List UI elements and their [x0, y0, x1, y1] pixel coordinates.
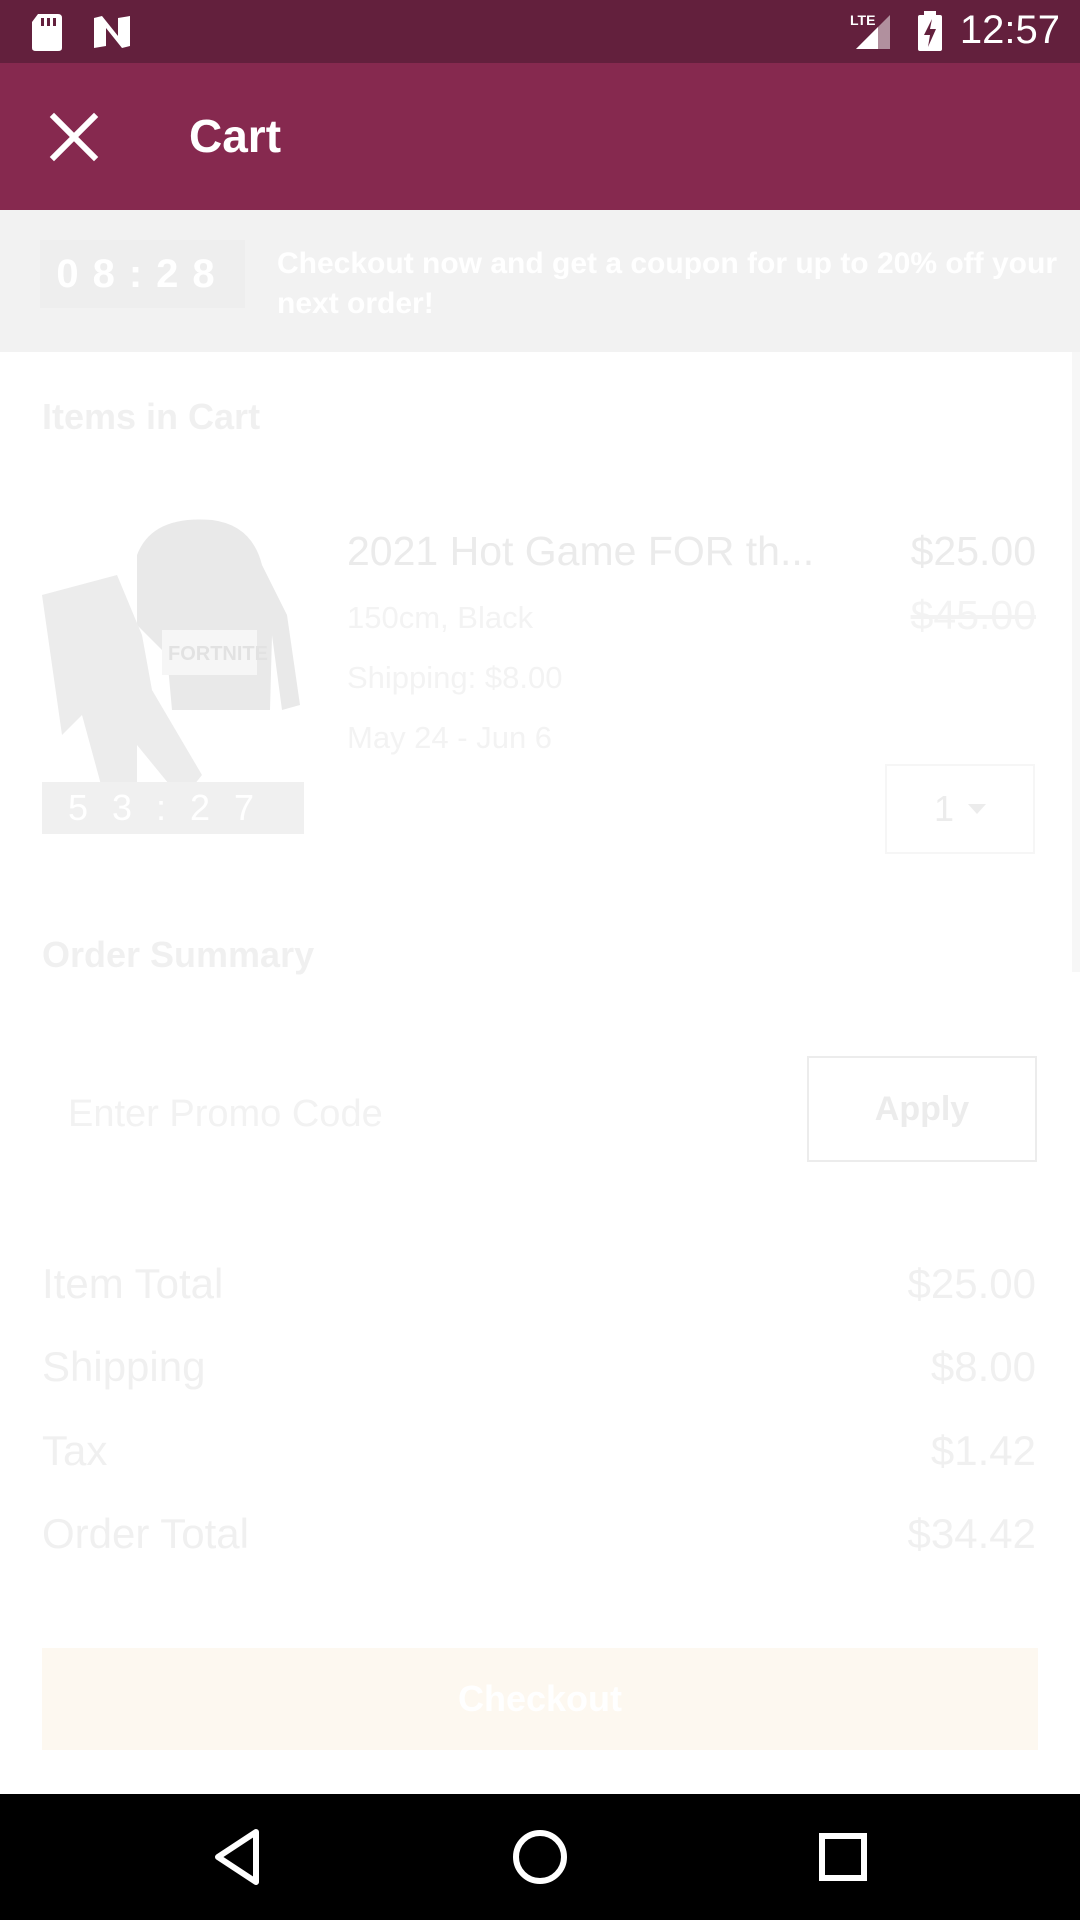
scrollbar[interactable] [1072, 352, 1080, 972]
app-bar: Cart [0, 63, 1080, 210]
summary-label: Tax [42, 1427, 108, 1474]
promo-code-input[interactable] [42, 1058, 810, 1170]
promo-countdown-timer: 08:28 [40, 240, 245, 308]
item-original-price: $45.00 [910, 592, 1036, 638]
home-icon[interactable] [507, 1824, 573, 1890]
summary-row-item-total: Item Total $25.00 [42, 1260, 1036, 1308]
promo-banner: 08:28 Checkout now and get a coupon for … [0, 210, 1080, 352]
order-summary-title: Order Summary [42, 934, 315, 975]
status-time: 12:57 [959, 8, 1060, 52]
item-countdown-timer: 53:27 [42, 782, 304, 834]
summary-label: Shipping [42, 1343, 206, 1390]
summary-value: $8.00 [930, 1343, 1036, 1390]
item-variant: 150cm, Black [347, 600, 534, 635]
lte-signal-icon: LTE [850, 12, 890, 49]
quantity-select[interactable]: 1 [885, 764, 1035, 854]
summary-label: Order Total [42, 1510, 249, 1557]
recents-icon[interactable] [810, 1824, 876, 1890]
back-icon[interactable] [204, 1824, 270, 1890]
summary-row-order-total: Order Total $34.42 [42, 1510, 1036, 1558]
battery-charging-icon [917, 10, 942, 51]
apply-button[interactable]: Apply [807, 1056, 1037, 1162]
svg-text:LTE: LTE [850, 12, 875, 28]
summary-row-shipping: Shipping $8.00 [42, 1343, 1036, 1391]
svg-text:FORTNITE: FORTNITE [168, 643, 268, 665]
summary-value: $34.42 [907, 1510, 1036, 1557]
promo-banner-text: Checkout now and get a coupon for up to … [277, 247, 1057, 320]
navigation-bar [0, 1794, 1080, 1920]
item-price: $25.00 [910, 528, 1036, 574]
summary-value: $25.00 [907, 1260, 1036, 1307]
sd-card-icon [32, 14, 62, 51]
n-notification-icon [94, 16, 130, 48]
quantity-value: 1 [933, 788, 955, 829]
summary-row-tax: Tax $1.42 [42, 1427, 1036, 1475]
item-delivery-dates: May 24 - Jun 6 [347, 720, 553, 755]
checkout-button[interactable]: Checkout [42, 1648, 1038, 1750]
page-title: Cart [189, 110, 282, 162]
items-in-cart-title: Items in Cart [42, 396, 261, 437]
close-icon[interactable] [44, 107, 104, 167]
chevron-down-icon [968, 804, 987, 814]
summary-label: Item Total [42, 1260, 224, 1307]
item-name[interactable]: 2021 Hot Game FOR th... [347, 528, 814, 575]
summary-value: $1.42 [930, 1427, 1036, 1474]
item-shipping: Shipping: $8.00 [347, 660, 563, 695]
status-bar: LTE 12:57 [0, 0, 1080, 63]
